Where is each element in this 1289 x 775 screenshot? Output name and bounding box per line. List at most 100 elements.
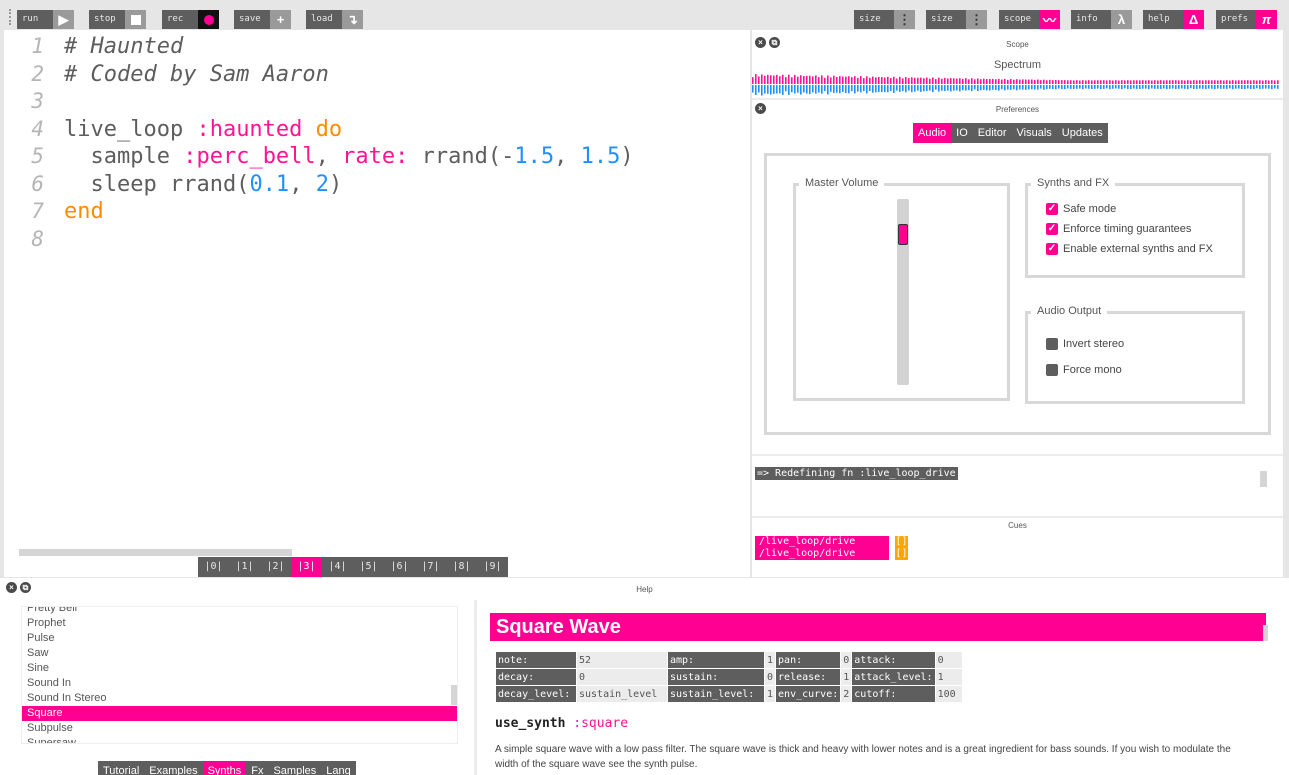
spectrum-bar-left	[854, 76, 856, 84]
code-line[interactable]: 1 # Haunted	[4, 33, 634, 61]
prefs-button[interactable]: prefs π	[1216, 10, 1277, 29]
code-line[interactable]: 8	[4, 226, 634, 254]
arg-default: sustain_level	[577, 686, 667, 702]
spectrum-bar-right	[1091, 85, 1093, 89]
help-splitter[interactable]	[474, 600, 477, 775]
spectrum-bar-right	[1100, 85, 1102, 90]
arg-name: pan:	[776, 652, 841, 668]
synth-list-item[interactable]: Square	[22, 706, 457, 721]
spectrum-bar-left	[1007, 79, 1009, 84]
spectrum-bar-right	[1169, 85, 1171, 89]
buffer-tab-8[interactable]: |8|	[446, 557, 477, 577]
synth-list-item[interactable]: Saw	[22, 646, 457, 661]
spectrum-bar-right	[803, 85, 805, 93]
buffer-tab-4[interactable]: |4|	[322, 557, 353, 577]
info-button[interactable]: info λ	[1071, 10, 1132, 29]
buffer-tab-6[interactable]: |6|	[384, 557, 415, 577]
toolbar-grip-handle[interactable]	[9, 9, 11, 25]
help-tab-synths[interactable]: Synths	[202, 761, 247, 775]
spectrum-bar-left	[1088, 80, 1090, 84]
help-tab-fx[interactable]: Fx	[246, 761, 268, 775]
spectrum-bar-left	[800, 75, 802, 84]
spectrum-bar-right	[1226, 85, 1228, 89]
spectrum-bar-right	[1079, 85, 1081, 89]
synth-list-item[interactable]: Sine	[22, 661, 457, 676]
spectrum-bar-right	[824, 85, 826, 92]
code-line[interactable]: 2 # Coded by Sam Aaron	[4, 61, 634, 89]
buffer-tab-5[interactable]: |5|	[353, 557, 384, 577]
code-line[interactable]: 6 sleep rrand(0.1, 2)	[4, 171, 634, 199]
spectrum-bar-left	[794, 74, 796, 84]
synth-list-scrollbar[interactable]	[451, 685, 457, 705]
prefs-tab-visuals[interactable]: Visuals	[1012, 123, 1057, 143]
doc-scrollbar[interactable]	[1263, 625, 1268, 641]
spectrum-bar-left	[881, 77, 883, 84]
spectrum-bar-left	[977, 78, 979, 84]
spectrum-bar-left	[1100, 80, 1102, 84]
size-up-button[interactable]: size ⋮	[926, 10, 987, 29]
help-tab-lang[interactable]: Lang	[321, 761, 355, 775]
spectrum-bar-left	[845, 76, 847, 84]
editor-horizontal-scrollbar[interactable]	[19, 549, 292, 556]
code-line[interactable]: 7 end	[4, 198, 634, 226]
prefs-tab-audio[interactable]: Audio	[913, 123, 952, 143]
spectrum-bar-left	[1037, 79, 1039, 84]
arg-name: attack:	[852, 652, 935, 668]
synth-list-item[interactable]: Subpulse	[22, 721, 457, 736]
prefs-tab-updates[interactable]: Updates	[1057, 123, 1108, 143]
master-volume-slider-handle[interactable]	[898, 223, 908, 245]
size-up-label: size	[926, 10, 966, 29]
external-synths-checkbox[interactable]: ✓ Enable external synths and FX	[1046, 243, 1213, 255]
invert-stereo-checkbox[interactable]: Invert stereo	[1046, 338, 1124, 350]
code-line[interactable]: 3	[4, 88, 634, 116]
buffer-tab-1[interactable]: |1|	[229, 557, 260, 577]
help-tab-examples[interactable]: Examples	[144, 761, 202, 775]
synth-list-item[interactable]: Sound In Stereo	[22, 691, 457, 706]
safe-mode-checkbox[interactable]: ✓ Safe mode	[1046, 203, 1116, 215]
buffer-tab-2[interactable]: |2|	[260, 557, 291, 577]
spectrum-bar-left	[1097, 80, 1099, 84]
enforce-timing-checkbox[interactable]: ✓ Enforce timing guarantees	[1046, 223, 1191, 235]
stop-button[interactable]: stop	[89, 10, 146, 29]
spectrum-bar-left	[1094, 80, 1096, 84]
buffer-tab-9[interactable]: |9|	[477, 557, 508, 577]
cue-path: /live_loop/drive	[755, 536, 889, 548]
args-row: note: 52 amp: 1 pan: 0 attack: 0	[496, 652, 962, 668]
synth-list[interactable]: Pretty Bell Prophet Pulse Saw Sine Sound In So…	[21, 606, 458, 744]
synth-list-item[interactable]: Pulse	[22, 631, 457, 646]
synth-list-item[interactable]: Pretty Bell	[22, 607, 457, 616]
synth-list-item[interactable]: Sound In	[22, 676, 457, 691]
code-line[interactable]: 5 sample :perc_bell, rate: rrand(- 1.5, 1…	[4, 143, 633, 171]
plus-icon: +	[270, 10, 291, 29]
spectrum-bar-right	[854, 85, 856, 94]
load-button[interactable]: load ↴	[306, 10, 363, 29]
scope-button[interactable]: scope 〰	[999, 10, 1060, 29]
code-editor[interactable]: 1 # Haunted 2 # Coded by Sam Aaron 3 4 live_lo…	[4, 30, 750, 577]
prefs-tab-io[interactable]: IO	[951, 123, 973, 143]
spectrum-bar-left	[773, 75, 775, 84]
help-tab-tutorial[interactable]: Tutorial	[98, 761, 144, 775]
synth-list-item[interactable]: Supersaw	[22, 736, 457, 743]
code-area[interactable]: 1 # Haunted 2 # Coded by Sam Aaron 3 4 live_lo…	[4, 33, 634, 254]
prefs-tab-editor[interactable]: Editor	[973, 123, 1012, 143]
buffer-tab-0[interactable]: |0|	[198, 557, 229, 577]
spectrum-bar-left	[968, 79, 970, 84]
buffer-tab-7[interactable]: |7|	[415, 557, 446, 577]
force-mono-checkbox[interactable]: Force mono	[1046, 364, 1122, 376]
code-token: ,	[315, 144, 343, 169]
code-line[interactable]: 4 live_loop :haunted do	[4, 116, 634, 144]
spectrum-bar-right	[1106, 85, 1108, 89]
buffer-tab-3[interactable]: |3|	[291, 557, 322, 577]
arg-name: note:	[496, 652, 576, 668]
spectrum-bar-left	[1244, 80, 1246, 84]
run-button[interactable]: run ▶	[17, 10, 74, 29]
log-scrollbar[interactable]	[1260, 471, 1267, 487]
size-down-button[interactable]: size ⋮	[854, 10, 915, 29]
help-tab-samples[interactable]: Samples	[268, 761, 321, 775]
rec-button[interactable]: rec	[162, 10, 219, 29]
help-button[interactable]: help Δ	[1143, 10, 1204, 29]
save-button[interactable]: save +	[234, 10, 291, 29]
spectrum-bar-left	[1040, 80, 1042, 84]
spectrum-bar-left	[755, 74, 757, 84]
synth-list-item[interactable]: Prophet	[22, 616, 457, 631]
